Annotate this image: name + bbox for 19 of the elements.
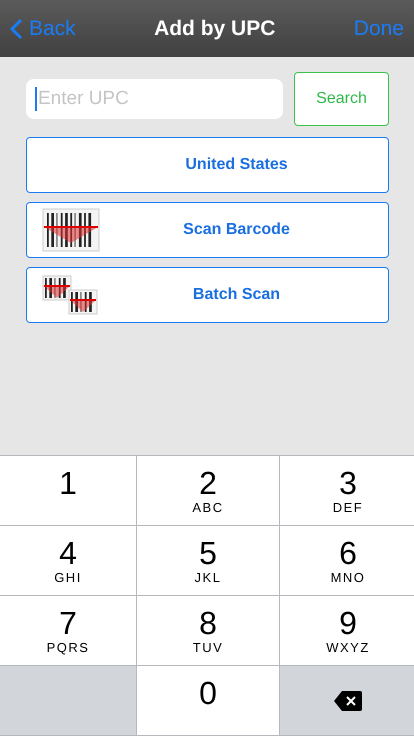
action-button[interactable]: Batch Scan <box>26 267 389 323</box>
action-button[interactable]: Scan Barcode <box>26 202 389 258</box>
keypad-key[interactable]: 7 PQRS <box>0 596 136 665</box>
barcode-scan-icon <box>42 207 100 253</box>
keypad-key[interactable]: 2 ABC <box>137 456 279 525</box>
chevron-left-icon <box>10 18 23 40</box>
keypad-key[interactable]: 1 <box>0 456 136 525</box>
keypad-key[interactable]: 6 MNO <box>280 526 414 595</box>
upc-input-field[interactable]: Enter UPC <box>26 79 283 119</box>
keypad-key[interactable]: 9 WXYZ <box>280 596 414 665</box>
action-button[interactable]: United States <box>26 137 389 193</box>
screen-title: Add by UPC <box>154 16 276 40</box>
delete-key[interactable] <box>280 666 414 735</box>
keypad-key[interactable]: 0 <box>137 666 279 735</box>
keypad-key[interactable]: 4 GHI <box>0 526 136 595</box>
keypad-key[interactable]: 3 DEF <box>280 456 414 525</box>
backspace-icon <box>334 690 362 710</box>
keypad-key[interactable]: 5 JKL <box>137 526 279 595</box>
keypad-key[interactable]: 8 TUV <box>137 596 279 665</box>
